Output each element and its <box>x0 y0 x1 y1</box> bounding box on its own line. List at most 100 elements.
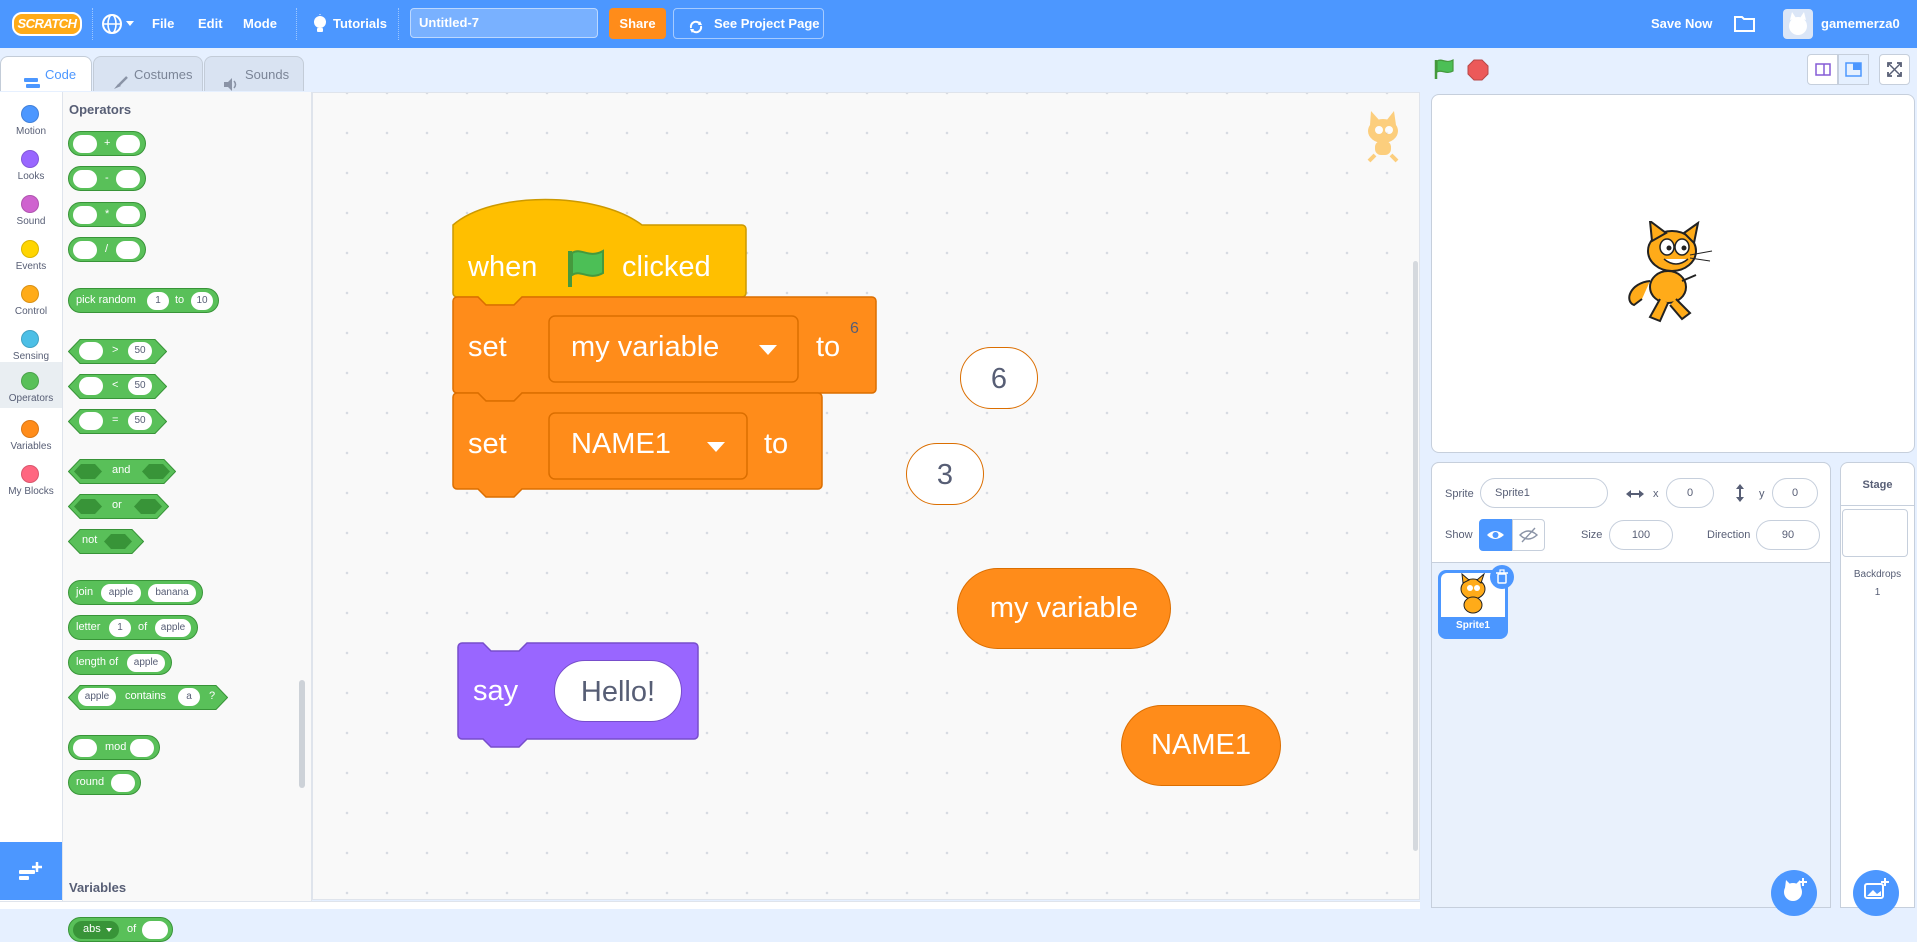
save-now-button[interactable]: Save Now <box>1651 0 1712 48</box>
block-multiply[interactable]: * <box>68 202 146 227</box>
size-label: Size <box>1581 529 1603 541</box>
add-backdrop-button[interactable] <box>1853 870 1899 916</box>
category-menu: Motion Looks Sound Events Control Sensin… <box>0 92 63 908</box>
category-motion[interactable]: Motion <box>0 98 62 143</box>
category-operators[interactable]: Operators <box>0 362 62 408</box>
category-sound[interactable]: Sound <box>0 188 62 233</box>
reporter-my-variable[interactable]: my variable <box>957 568 1171 649</box>
file-menu[interactable]: File <box>152 0 174 48</box>
green-flag-button[interactable] <box>1433 58 1455 85</box>
my-blocks-dot-icon <box>21 465 39 483</box>
category-my-blocks[interactable]: My Blocks <box>0 458 62 503</box>
tab-code[interactable]: Code <box>0 56 92 91</box>
folder-icon[interactable] <box>1734 14 1756 37</box>
category-variables[interactable]: Variables <box>0 413 62 458</box>
category-looks[interactable]: Looks <box>0 143 62 188</box>
tutorials-button[interactable]: Tutorials <box>307 0 387 48</box>
block-equals[interactable]: = 50 <box>68 409 167 434</box>
normal-stage-icon <box>1845 62 1862 77</box>
user-avatar[interactable] <box>1783 9 1813 39</box>
set1-label: set <box>468 331 507 363</box>
x-arrows-icon <box>1626 487 1644 505</box>
add-sprite-button[interactable] <box>1771 870 1817 916</box>
normal-stage-button[interactable] <box>1838 54 1869 85</box>
script-stack[interactable]: when clicked set my variable to 6 set NA… <box>452 197 877 532</box>
direction-input[interactable]: 90 <box>1756 520 1820 550</box>
direction-label: Direction <box>1707 529 1751 541</box>
block-divide[interactable]: / <box>68 237 146 262</box>
sprite-info-panel: Sprite Sprite1 x 0 y 0 Show Size 100 Dir… <box>1431 462 1831 563</box>
add-sprite-cat-icon <box>1784 878 1807 901</box>
set1-variable-dropdown[interactable]: my variable <box>549 316 798 382</box>
set2-variable-dropdown[interactable]: NAME1 <box>549 413 747 479</box>
see-project-page-button[interactable]: See Project Page <box>673 8 824 39</box>
tab-sounds-label: Sounds <box>245 67 290 82</box>
edit-menu[interactable]: Edit <box>198 0 223 48</box>
block-mod[interactable]: mod <box>68 735 160 760</box>
share-button[interactable]: Share <box>609 8 666 39</box>
reporter-name1[interactable]: NAME1 <box>1121 705 1281 786</box>
stop-icon <box>1467 59 1489 81</box>
variables-dot-icon <box>21 420 39 438</box>
backdrop-thumbnail[interactable] <box>1842 509 1908 557</box>
language-menu[interactable] <box>101 13 135 35</box>
add-extension-button[interactable] <box>0 842 62 900</box>
block-abs-of[interactable]: abs of <box>68 917 173 942</box>
block-round[interactable]: round <box>68 770 141 795</box>
show-hidden-toggle[interactable] <box>1512 519 1545 551</box>
block-and[interactable]: and <box>68 459 176 484</box>
set2-value-field[interactable]: 3 <box>906 443 984 505</box>
stop-button[interactable] <box>1467 59 1489 86</box>
block-add[interactable]: + <box>68 131 146 156</box>
delete-sprite-button[interactable] <box>1490 565 1514 589</box>
script-area[interactable]: when clicked set my variable to 6 set NA… <box>312 92 1714 905</box>
set1-value-field[interactable]: 6 <box>960 347 1038 409</box>
show-visible-toggle[interactable] <box>1479 519 1512 551</box>
say-value-input[interactable]: Hello! <box>554 660 682 722</box>
category-control[interactable]: Control <box>0 278 62 323</box>
control-dot-icon <box>21 285 39 303</box>
block-less-than[interactable]: < 50 <box>68 374 167 399</box>
block-letter-of[interactable]: letter 1 of apple <box>68 615 198 640</box>
say-block[interactable]: say Hello! <box>457 642 699 752</box>
sprite-cat-thumbnail-icon <box>1358 111 1408 168</box>
fullscreen-button[interactable] <box>1879 54 1910 85</box>
mode-menu[interactable]: Mode <box>243 0 277 48</box>
script-scrollbar[interactable] <box>1413 261 1418 851</box>
see-project-label: See Project Page <box>714 16 820 31</box>
eye-slash-icon <box>1519 527 1539 543</box>
caret-down-icon <box>759 345 777 355</box>
tab-sounds[interactable]: Sounds <box>204 56 304 91</box>
block-palette: Operators + - * / pick random 1 to 10 > … <box>63 92 312 942</box>
stage-selector-pane[interactable]: Stage Backdrops 1 <box>1840 462 1915 908</box>
block-pick-random[interactable]: pick random 1 to 10 <box>68 288 219 313</box>
cat-sprite-icon[interactable] <box>1620 218 1720 336</box>
x-label: x <box>1653 488 1659 500</box>
scratch-logo[interactable]: SCRATCH <box>12 11 82 37</box>
y-position-input[interactable]: 0 <box>1772 478 1818 508</box>
menu-bar: SCRATCH File Edit Mode Tutorials Untitle… <box>0 0 1917 48</box>
looks-dot-icon <box>21 150 39 168</box>
size-input[interactable]: 100 <box>1609 520 1673 550</box>
username-label[interactable]: gamemerza0 <box>1821 0 1900 48</box>
category-events[interactable]: Events <box>0 233 62 278</box>
sound-dot-icon <box>21 195 39 213</box>
block-greater-than[interactable]: > 50 <box>68 339 167 364</box>
block-join[interactable]: join apple banana <box>68 580 203 605</box>
block-contains[interactable]: apple contains a ? <box>68 685 228 710</box>
palette-scrollbar[interactable] <box>299 680 305 788</box>
block-not[interactable]: not <box>68 529 144 554</box>
sprite-name-input[interactable]: Sprite1 <box>1480 478 1608 508</box>
tab-costumes[interactable]: Costumes <box>93 56 203 91</box>
project-title-input[interactable]: Untitled-7 <box>410 8 598 38</box>
tab-costumes-label: Costumes <box>134 67 193 82</box>
x-position-input[interactable]: 0 <box>1666 478 1714 508</box>
palette-section-title: Operators <box>69 102 132 117</box>
block-or[interactable]: or <box>68 494 169 519</box>
operators-dot-icon <box>21 372 39 390</box>
block-length-of[interactable]: length of apple <box>68 650 172 675</box>
block-subtract[interactable]: - <box>68 166 146 191</box>
stage-canvas[interactable] <box>1431 94 1915 453</box>
small-stage-button[interactable] <box>1807 54 1838 85</box>
caret-down-icon <box>126 21 134 26</box>
